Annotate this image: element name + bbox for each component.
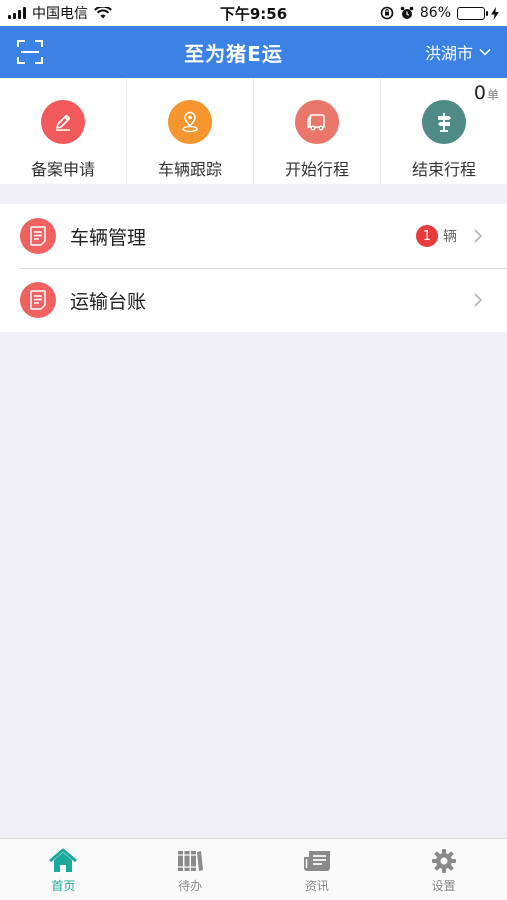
tab-settings[interactable]: 设置: [380, 839, 507, 900]
app-header: 至为猪E运 洪湖市: [0, 26, 507, 78]
document-icon: [20, 218, 56, 254]
quick-action-start-trip[interactable]: 开始行程: [254, 78, 381, 184]
truck-icon: [295, 100, 339, 144]
quick-action-label: 结束行程: [411, 160, 476, 179]
tab-news[interactable]: 资讯: [254, 839, 381, 900]
order-count: 0 单: [474, 82, 499, 104]
battery-percent: 86%: [419, 5, 451, 21]
quick-action-label: 备案申请: [30, 160, 95, 179]
order-count-unit: 单: [486, 88, 499, 102]
city-selector[interactable]: 洪湖市: [407, 40, 507, 64]
charging-icon: [491, 6, 499, 20]
tab-label: 待办: [178, 879, 203, 893]
menu-list: 车辆管理 1 辆 运输台账: [0, 204, 507, 332]
scan-button[interactable]: [0, 26, 60, 78]
quick-action-label: 开始行程: [284, 160, 349, 179]
page-title: 至为猪E运: [184, 41, 283, 66]
chevron-right-icon: [474, 229, 483, 243]
status-bar: 中国电信 下午9:56 86%: [0, 0, 507, 26]
location-pin-icon: [168, 100, 212, 144]
quick-action-tracking[interactable]: 车辆跟踪: [127, 78, 254, 184]
count-unit: 辆: [443, 229, 457, 245]
menu-badge-wrap: 1 辆: [416, 225, 457, 247]
gear-icon: [429, 848, 459, 874]
tab-label: 资讯: [304, 879, 329, 893]
books-icon: [175, 848, 205, 874]
rotation-lock-icon: [380, 6, 394, 20]
menu-item-label: 车辆管理: [70, 226, 147, 249]
status-right: 86%: [319, 5, 499, 21]
quick-actions: 备案申请 车辆跟踪 开始行程 结束行程 0 单: [0, 78, 507, 184]
menu-item-label: 运输台账: [70, 290, 147, 313]
home-icon: [48, 848, 78, 874]
tab-home[interactable]: 首页: [0, 839, 127, 900]
menu-item-transport-ledger[interactable]: 运输台账: [0, 268, 507, 332]
tab-todo[interactable]: 待办: [127, 839, 254, 900]
tab-label: 首页: [51, 879, 76, 893]
wifi-icon: [94, 7, 112, 19]
alarm-icon: [400, 6, 414, 19]
menu-item-vehicle-management[interactable]: 车辆管理 1 辆: [0, 204, 507, 268]
carrier-label: 中国电信: [32, 6, 88, 22]
order-count-value: 0: [473, 82, 486, 104]
signal-icon: [8, 7, 26, 19]
battery-icon: [457, 6, 488, 20]
quick-action-end-trip[interactable]: 结束行程 0 单: [381, 78, 507, 184]
quick-action-filing[interactable]: 备案申请: [0, 78, 127, 184]
news-icon: [302, 848, 332, 874]
chevron-down-icon: [479, 48, 491, 56]
chevron-right-icon: [474, 293, 483, 307]
tab-label: 设置: [431, 879, 456, 893]
tab-bar: 首页 待办 资讯 设置: [0, 838, 507, 900]
status-time: 下午9:56: [219, 4, 288, 23]
quick-action-label: 车辆跟踪: [157, 160, 222, 179]
signpost-icon: [422, 100, 466, 144]
edit-icon: [41, 100, 85, 144]
city-label: 洪湖市: [424, 44, 473, 63]
status-left: 中国电信: [8, 3, 188, 23]
count-badge: 1: [416, 225, 438, 247]
scan-icon: [17, 40, 43, 64]
document-icon: [20, 282, 56, 318]
